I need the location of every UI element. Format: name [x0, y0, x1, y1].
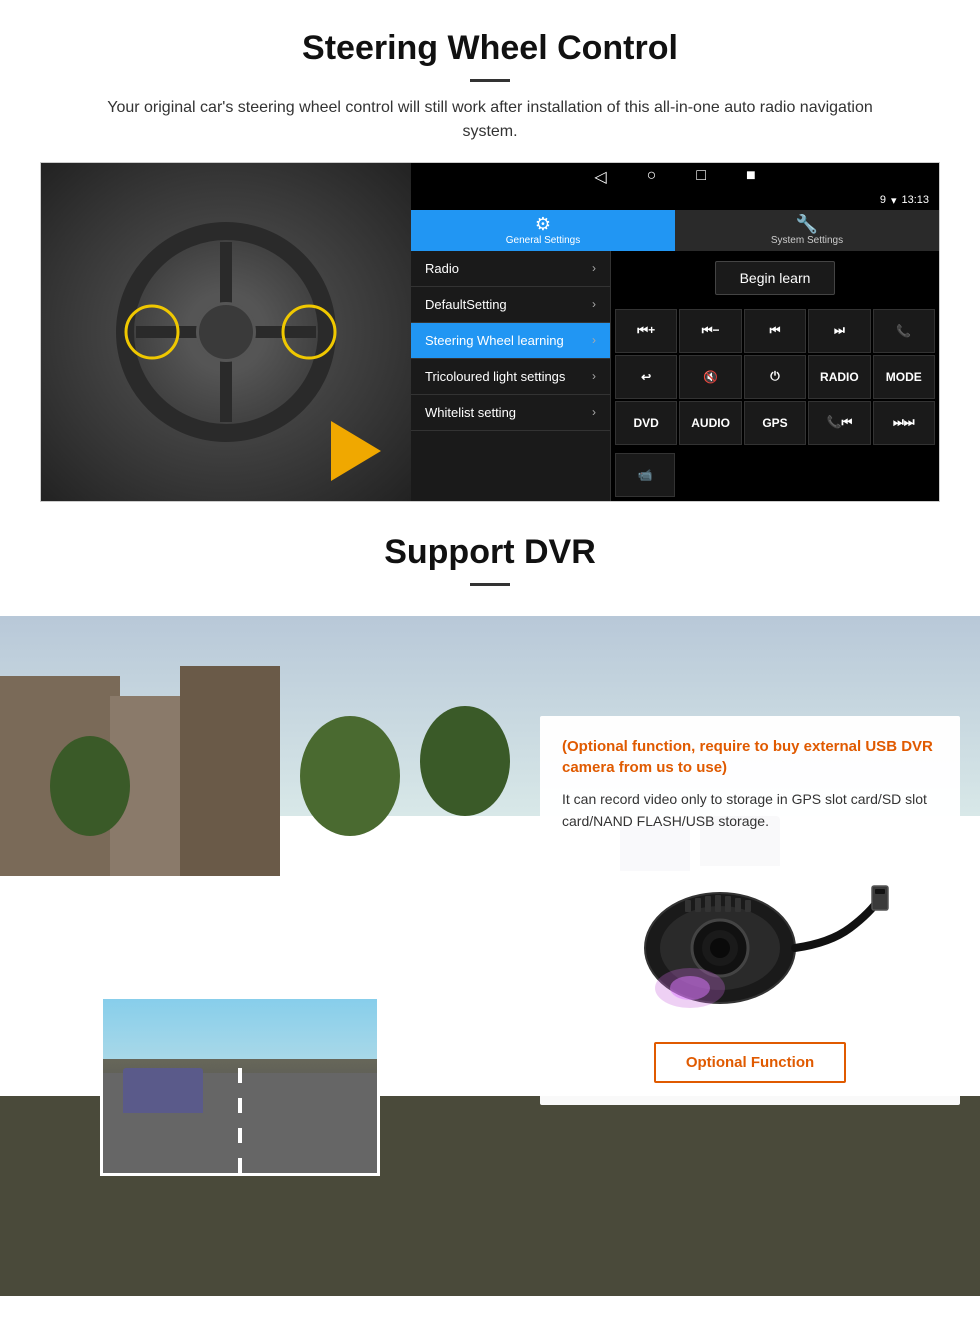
gear-icon: ⚙ — [535, 215, 551, 233]
steering-wheel — [116, 222, 336, 442]
btn-prev-track[interactable]: ⏮ — [744, 309, 806, 353]
control-buttons-row1: ⏮+ ⏮− ⏮ ⏭ 📞 ↩ 🔇 ⏻ RADIO MODE DVD AUDIO G… — [611, 305, 939, 449]
menu-item-whitelist[interactable]: Whitelist setting › — [411, 395, 610, 431]
chevron-icon: › — [592, 297, 596, 311]
btn-phone[interactable]: 📞 — [873, 309, 935, 353]
building-3 — [180, 666, 280, 876]
btn-phone-prev[interactable]: 📞⏮ — [808, 401, 870, 445]
menu-icon[interactable]: ■ — [746, 167, 756, 187]
steering-section: Steering Wheel Control Your original car… — [0, 0, 980, 502]
menu-item-radio[interactable]: Radio › — [411, 251, 610, 287]
android-tabs: ⚙ General Settings 🔧 System Settings — [411, 210, 939, 251]
inset-car — [123, 1068, 203, 1113]
clock: 13:13 — [901, 194, 929, 207]
dvr-title-area: Support DVR — [0, 502, 980, 616]
btn-radio[interactable]: RADIO — [808, 355, 870, 399]
title-divider — [470, 79, 510, 82]
tree-2 — [300, 716, 400, 836]
recents-icon[interactable]: □ — [696, 167, 706, 187]
signal-icon: 9 — [880, 194, 886, 207]
begin-learn-row: Begin learn — [611, 251, 939, 305]
dvr-optional-text: (Optional function, require to buy exter… — [562, 736, 938, 778]
steering-wheel-photo — [41, 163, 411, 501]
android-panel: ◁ ○ □ ■ 9 ▾ 13:13 ⚙ General Settings 🔧 S — [411, 163, 939, 501]
tab-system-settings[interactable]: 🔧 System Settings — [675, 210, 939, 251]
chevron-icon: › — [592, 405, 596, 419]
highlight-circle-right — [281, 304, 336, 359]
highlight-circle-left — [125, 304, 180, 359]
home-icon[interactable]: ○ — [647, 167, 657, 187]
dvr-section: Support DVR — [0, 502, 980, 1296]
btn-next-combo[interactable]: ⏭⏭ — [873, 401, 935, 445]
android-content: Radio › DefaultSetting › Steering Wheel … — [411, 251, 939, 501]
arrow-indicator — [331, 421, 381, 481]
menu-item-steering-wheel-learning[interactable]: Steering Wheel learning › — [411, 323, 610, 359]
dvr-desc-text: It can record video only to storage in G… — [562, 788, 938, 833]
dvr-camera-svg — [610, 858, 890, 1018]
android-navbar: ◁ ○ □ ■ — [411, 163, 939, 191]
android-buttons-area: Begin learn ⏮+ ⏮− ⏮ ⏭ 📞 ↩ 🔇 ⏻ RADIO MODE — [611, 251, 939, 501]
android-menu: Radio › DefaultSetting › Steering Wheel … — [411, 251, 611, 501]
btn-gps[interactable]: GPS — [744, 401, 806, 445]
wifi-icon: ▾ — [891, 194, 897, 207]
btn-camera[interactable]: 📹 — [615, 453, 675, 497]
extra-row: 📹 — [611, 449, 939, 501]
begin-learn-button[interactable]: Begin learn — [715, 261, 836, 295]
chevron-icon-active: › — [592, 333, 596, 347]
dvr-title: Support DVR — [0, 532, 980, 573]
menu-item-tricoloured[interactable]: Tricoloured light settings › — [411, 359, 610, 395]
chevron-icon: › — [592, 261, 596, 275]
inset-road-line — [238, 1068, 242, 1172]
btn-volume-up[interactable]: ⏮+ — [615, 309, 677, 353]
btn-mute[interactable]: 🔇 — [679, 355, 741, 399]
wheel-center — [196, 302, 256, 362]
dvr-camera-area — [562, 848, 938, 1028]
tab-general-settings[interactable]: ⚙ General Settings — [411, 210, 675, 251]
btn-volume-down[interactable]: ⏮− — [679, 309, 741, 353]
dvr-inset-photo — [100, 996, 380, 1176]
network-icon: 🔧 — [796, 215, 818, 233]
optional-function-button[interactable]: Optional Function — [654, 1042, 846, 1083]
btn-next-track[interactable]: ⏭ — [808, 309, 870, 353]
dvr-background: (Optional function, require to buy exter… — [0, 616, 980, 1296]
page-title: Steering Wheel Control — [40, 28, 940, 69]
chevron-icon: › — [592, 369, 596, 383]
steering-demo: ◁ ○ □ ■ 9 ▾ 13:13 ⚙ General Settings 🔧 S — [40, 162, 940, 502]
section-description: Your original car's steering wheel contr… — [80, 96, 900, 144]
status-bar: 9 ▾ 13:13 — [411, 191, 939, 210]
tree-3 — [420, 706, 510, 816]
back-icon[interactable]: ◁ — [594, 167, 606, 187]
menu-item-default-setting[interactable]: DefaultSetting › — [411, 287, 610, 323]
btn-mode[interactable]: MODE — [873, 355, 935, 399]
btn-audio[interactable]: AUDIO — [679, 401, 741, 445]
tree-1 — [50, 736, 130, 836]
dvr-info-card: (Optional function, require to buy exter… — [540, 716, 960, 1106]
btn-power[interactable]: ⏻ — [744, 355, 806, 399]
dvr-title-divider — [470, 583, 510, 586]
btn-dvd[interactable]: DVD — [615, 401, 677, 445]
btn-hangup[interactable]: ↩ — [615, 355, 677, 399]
inset-sky — [103, 999, 377, 1059]
